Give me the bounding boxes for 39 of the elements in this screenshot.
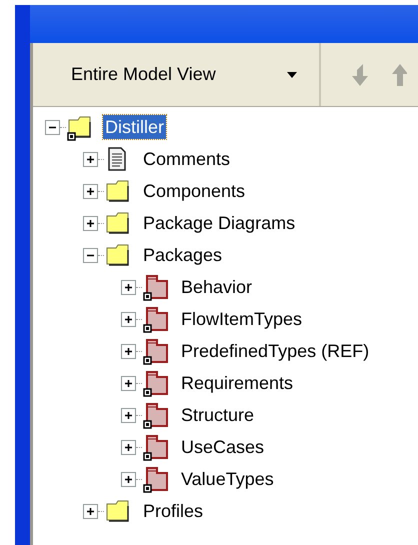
tree-item[interactable]: Packages [141,243,224,267]
plus-icon [124,410,133,420]
expand-toggle[interactable] [121,472,136,486]
collapse-toggle[interactable] [83,248,98,262]
tree-item[interactable]: Structure [179,403,256,427]
plus-icon [124,314,133,324]
expand-toggle[interactable] [83,504,98,518]
tree-item[interactable]: Comments [141,147,232,171]
plus-icon [124,442,133,452]
plus-icon [124,378,133,388]
expand-toggle[interactable] [121,280,136,294]
expand-toggle[interactable] [121,440,136,454]
plus-icon [124,282,133,292]
plus-icon [86,186,95,196]
tree-item[interactable]: Components [141,179,248,203]
expand-toggle[interactable] [83,152,98,166]
expand-toggle[interactable] [121,376,136,390]
plus-icon [86,506,95,516]
dropdown-caret-icon [287,72,297,78]
plus-icon [124,346,133,356]
expand-toggle[interactable] [121,312,136,326]
expand-toggle[interactable] [83,216,98,230]
expand-toggle[interactable] [121,408,136,422]
tree-item[interactable]: UseCases [179,435,266,459]
tree-item[interactable]: Package Diagrams [141,211,298,235]
plus-icon [124,474,133,484]
view-dropdown[interactable]: Entire Model View [33,43,321,106]
tree-item[interactable]: FlowItemTypes [179,307,304,331]
expand-toggle[interactable] [121,344,136,358]
plus-icon [86,218,95,228]
collapse-toggle[interactable] [45,120,60,134]
tree-item[interactable]: Distiller [103,115,166,139]
tree-item[interactable]: PredefinedTypes (REF) [179,339,372,363]
tree-item[interactable]: Behavior [179,275,254,299]
expand-toggle[interactable] [83,184,98,198]
plus-icon [86,154,95,164]
tree-item[interactable]: ValueTypes [179,467,276,491]
tree-item[interactable]: Requirements [179,371,296,395]
tree-item[interactable]: Profiles [141,499,206,523]
